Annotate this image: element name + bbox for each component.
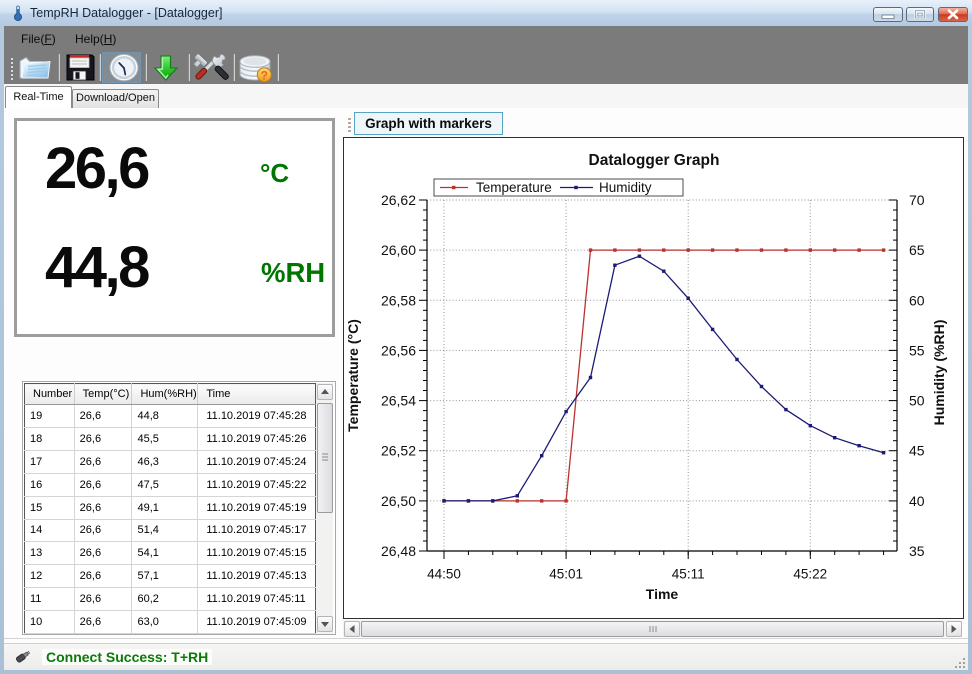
svg-text:Time: Time [646, 586, 679, 602]
svg-text:26,60: 26,60 [381, 242, 416, 258]
svg-text:50: 50 [909, 393, 925, 409]
svg-text:65: 65 [909, 242, 925, 258]
svg-text:70: 70 [909, 192, 925, 208]
svg-text:26,56: 26,56 [381, 342, 416, 358]
svg-text:44:50: 44:50 [427, 567, 461, 582]
svg-text:Datalogger Graph: Datalogger Graph [589, 152, 720, 169]
svg-text:45:01: 45:01 [549, 567, 583, 582]
svg-text:35: 35 [909, 543, 925, 559]
svg-text:?: ? [261, 68, 268, 82]
svg-text:45: 45 [909, 443, 925, 459]
svg-text:Humidity (%RH): Humidity (%RH) [931, 320, 947, 426]
svg-text:45:11: 45:11 [672, 567, 705, 582]
svg-text:40: 40 [909, 493, 925, 509]
svg-text:Humidity: Humidity [599, 180, 652, 195]
svg-text:26,52: 26,52 [381, 443, 416, 459]
svg-text:60: 60 [909, 292, 925, 308]
svg-text:Temperature: Temperature [476, 180, 552, 195]
svg-text:26,54: 26,54 [381, 393, 416, 409]
svg-text:26,58: 26,58 [381, 292, 416, 308]
svg-text:26,50: 26,50 [381, 493, 416, 509]
svg-text:45:22: 45:22 [793, 567, 827, 582]
svg-text:Temperature (°C): Temperature (°C) [345, 319, 361, 432]
svg-text:55: 55 [909, 342, 925, 358]
svg-text:26,48: 26,48 [381, 543, 416, 559]
svg-text:26,62: 26,62 [381, 192, 416, 208]
